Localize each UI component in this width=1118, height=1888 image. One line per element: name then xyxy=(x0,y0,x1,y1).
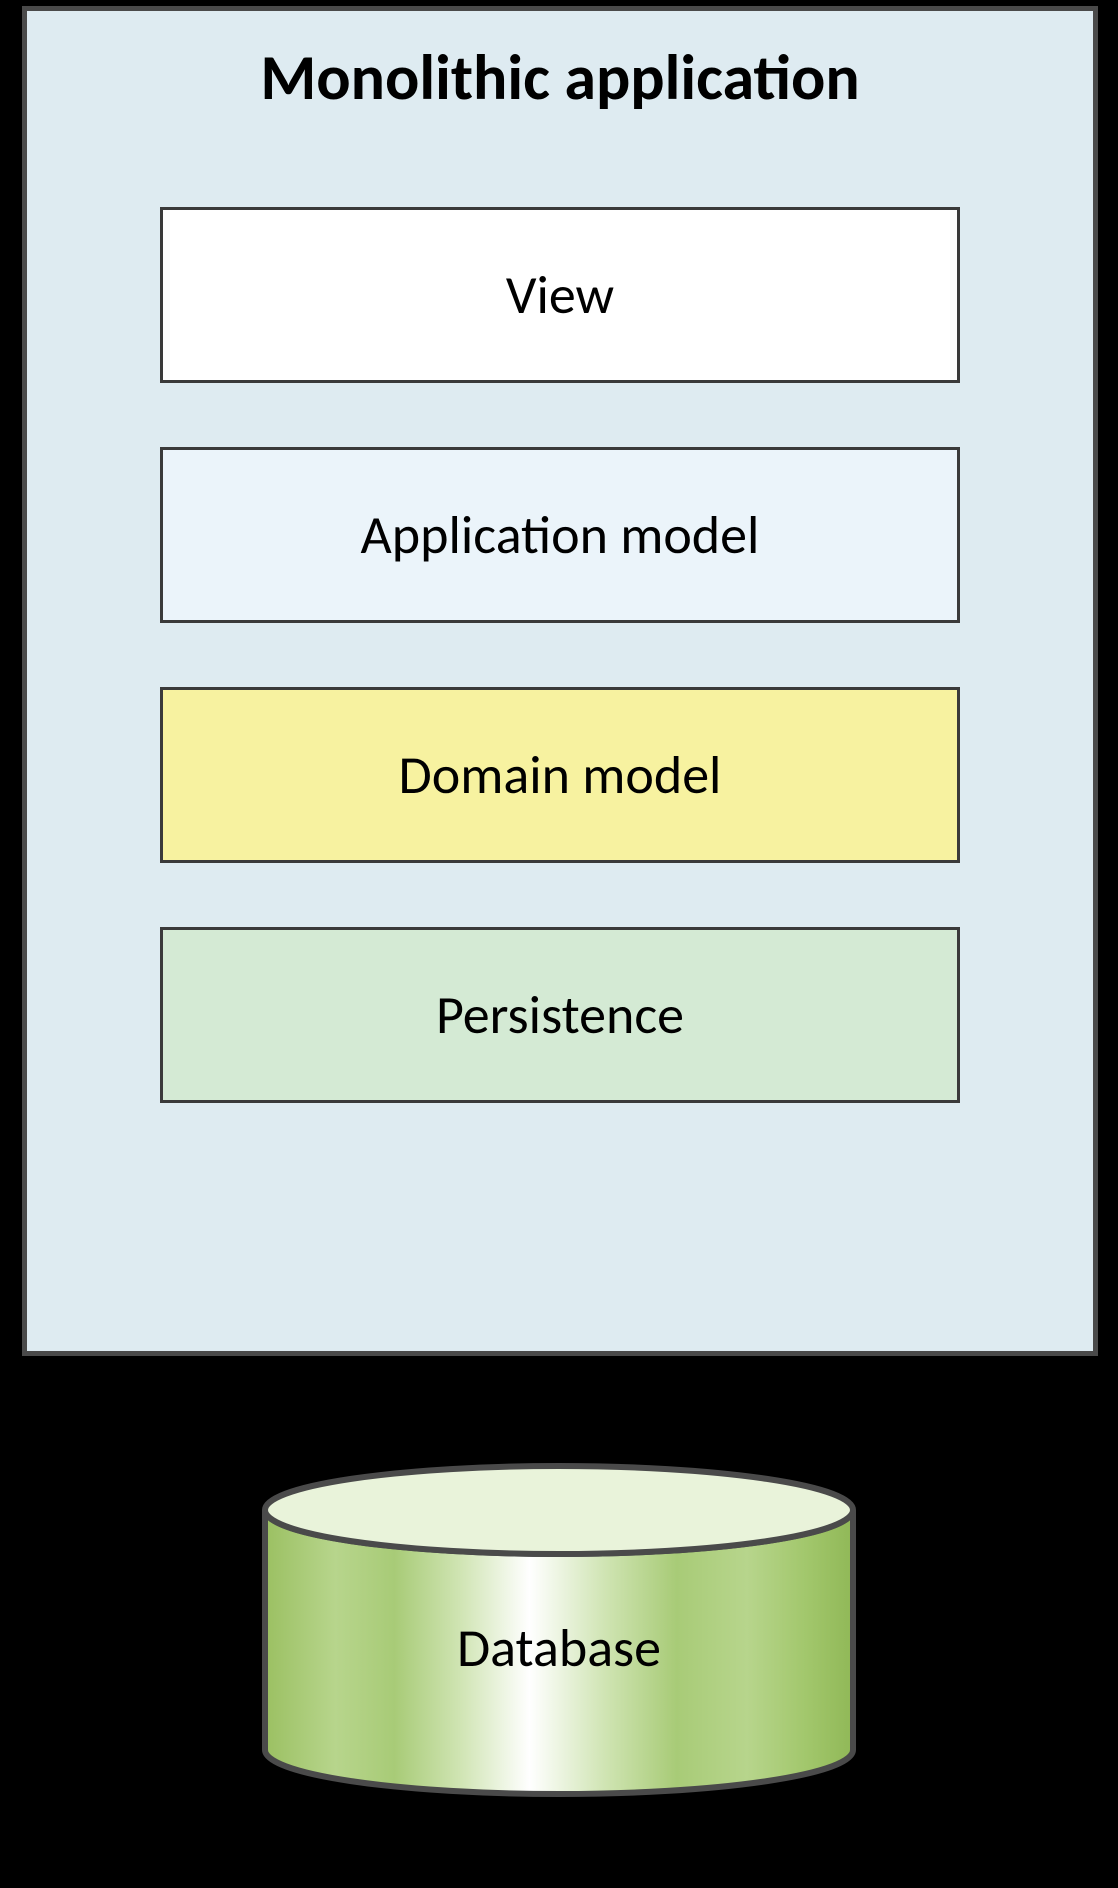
layer-persistence: Persistence xyxy=(160,927,960,1103)
layer-domain-model-label: Domain model xyxy=(399,742,722,808)
layer-domain-model: Domain model xyxy=(160,687,960,863)
layer-application-model: Application model xyxy=(160,447,960,623)
layer-persistence-label: Persistence xyxy=(436,982,684,1048)
database-cylinder: Database xyxy=(259,1460,859,1800)
database-label: Database xyxy=(259,1615,859,1681)
container-title: Monolithic application xyxy=(27,39,1093,117)
monolithic-application-container: Monolithic application View Application … xyxy=(22,6,1098,1356)
layer-application-model-label: Application model xyxy=(361,502,760,568)
layer-view-label: View xyxy=(506,262,614,328)
layer-view: View xyxy=(160,207,960,383)
